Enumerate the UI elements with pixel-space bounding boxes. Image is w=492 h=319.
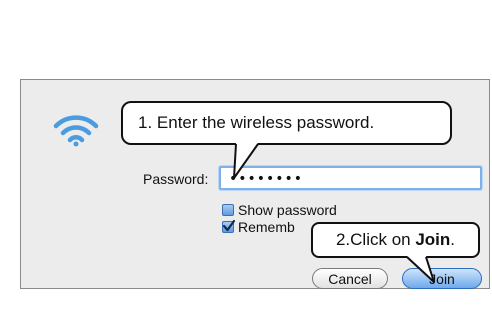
remember-checkbox[interactable] (222, 219, 236, 233)
step2-prefix: 2.Click on (335, 230, 416, 249)
remember-option[interactable]: Rememb (222, 219, 295, 235)
step2-bold: Join (415, 230, 451, 249)
checkmark-icon (222, 219, 236, 232)
step2-callout: 2.Click on Join. (311, 222, 480, 258)
password-label: Password: (143, 171, 209, 187)
show-password-checkbox[interactable] (222, 204, 234, 216)
cancel-button[interactable]: Cancel (312, 268, 388, 289)
wifi-icon (53, 115, 99, 147)
step2-callout-tail (406, 256, 435, 283)
step2-suffix: . (450, 230, 456, 249)
cancel-label: Cancel (328, 270, 372, 287)
remember-label: Rememb (238, 219, 295, 235)
step1-text: 1. Enter the wireless password. (138, 113, 375, 132)
step1-callout-tail (233, 143, 259, 179)
show-password-option[interactable]: Show password (222, 202, 337, 218)
step1-callout: 1. Enter the wireless password. (121, 101, 452, 145)
show-password-label: Show password (238, 202, 337, 218)
